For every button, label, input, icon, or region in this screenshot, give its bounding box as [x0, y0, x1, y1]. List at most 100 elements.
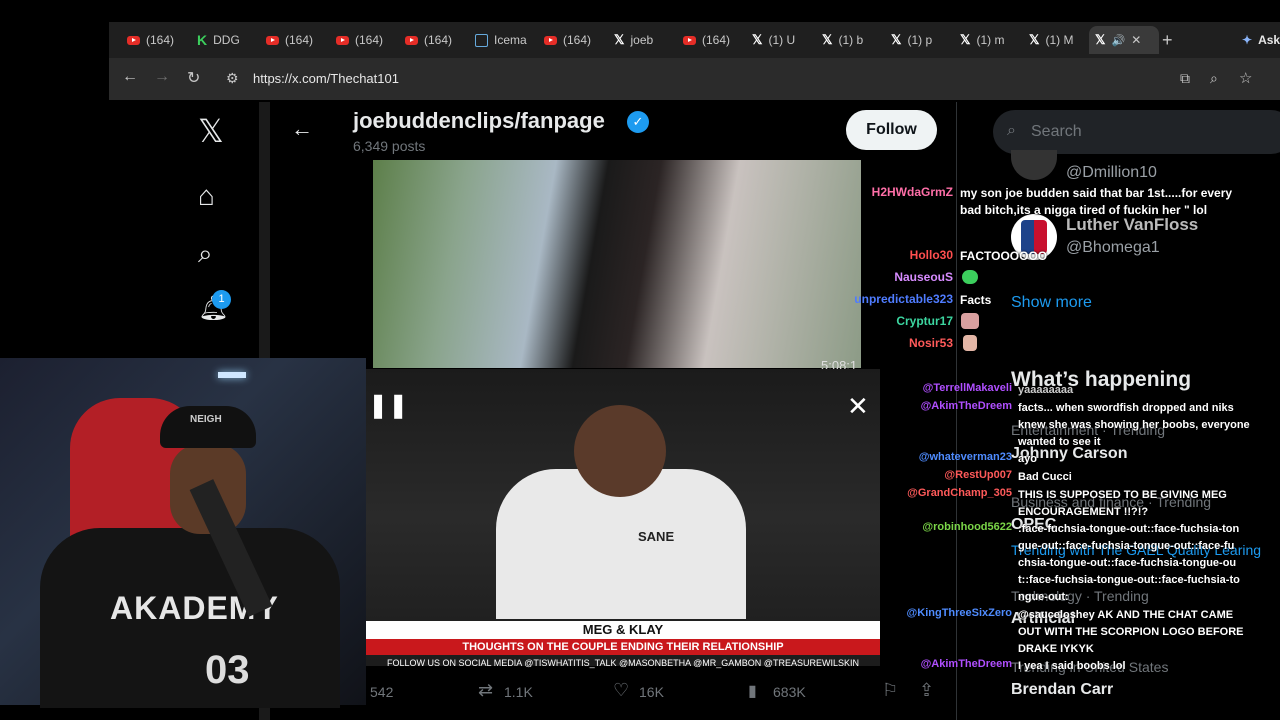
reload-icon[interactable]: ↻	[187, 68, 200, 88]
speaker-icon: 🔊	[1111, 34, 1126, 47]
like-icon[interactable]: ♡	[613, 680, 629, 701]
chat-message: I yea I said boobs lol	[1018, 660, 1126, 672]
search-icon: ⌕	[1007, 122, 1016, 139]
jersey-number: 03	[205, 648, 250, 692]
browser-tab[interactable]: 𝕏 (1) U	[752, 28, 802, 52]
chat-username: unpredictable323	[854, 292, 953, 306]
avatar[interactable]	[1011, 150, 1057, 180]
chat-username: @RestUp007	[944, 469, 1012, 481]
notification-badge: 1	[212, 290, 231, 309]
forward-arrow-icon[interactable]: →	[154, 68, 170, 86]
site-settings-icon[interactable]: ⚙	[226, 70, 239, 87]
zoom-icon[interactable]: ⌕	[1210, 70, 1218, 87]
new-tab-button[interactable]: +	[1162, 28, 1173, 52]
host-head	[574, 405, 666, 497]
chat-username: @TerrellMakaveli	[922, 382, 1012, 394]
chat-username: @whateverman23	[918, 451, 1012, 463]
browser-tab[interactable]: 𝕏 (1) p	[891, 28, 941, 52]
streamer-webcam: AKADEMY 03 NEIGH	[0, 358, 366, 708]
back-arrow-icon[interactable]: ←	[122, 68, 138, 86]
chat-message: Facts	[960, 293, 992, 307]
chat-username: Cryptur17	[896, 314, 953, 328]
chat-username: @GrandChamp_305	[907, 487, 1012, 499]
chat-message: :face-fuchsia-tongue-out::face-fuchsia-t…	[1018, 523, 1240, 603]
emote-icon	[962, 270, 978, 284]
x-logo-icon[interactable]: 𝕏	[198, 112, 224, 150]
iceman-icon	[475, 33, 488, 47]
trend-name[interactable]: Brendan Carr	[1011, 681, 1113, 699]
suggestion-handle: @Dmillion10	[1066, 164, 1157, 181]
lower-third-subtitle: THOUGHTS ON THE COUPLE ENDING THEIR RELA…	[366, 639, 880, 655]
chat-message: THIS IS SUPPOSED TO BE GIVING MEG ENCOUR…	[1018, 489, 1227, 518]
close-tab-icon[interactable]: ✕	[1131, 33, 1141, 47]
browser-tab-strip: (164) K DDG (164) (164) (164) Icema (164)…	[109, 22, 1280, 58]
browser-tab[interactable]: (164)	[336, 28, 398, 52]
bookmark-star-icon[interactable]: ☆	[1239, 69, 1252, 87]
browser-tab[interactable]: (164)	[683, 28, 745, 52]
lower-third-social: FOLLOW US ON SOCIAL MEDIA @TISWHATITIS_T…	[387, 658, 859, 668]
close-icon[interactable]: ✕	[847, 391, 869, 422]
chat-message: @sauceloshey AK AND THE CHAT CAME OUT WI…	[1018, 609, 1244, 655]
post-actions: 542 ⇄ 1.1K ♡ 16K ▮ 683K ⚐ ⇪	[270, 674, 956, 714]
chat-message: my son joe budden said that bar 1st.....…	[960, 186, 1233, 217]
chat-username: @AkimTheDreem	[920, 400, 1012, 412]
cat-emote-icon	[961, 313, 979, 329]
chat-username: @robinhood5622	[922, 521, 1012, 533]
youtube-icon	[405, 35, 418, 45]
view-count: 683K	[773, 684, 806, 700]
ddg-icon: K	[197, 32, 208, 48]
post-video[interactable]	[373, 160, 861, 368]
chat-username: Hollo30	[909, 248, 953, 262]
repost-icon[interactable]: ⇄	[478, 680, 493, 701]
browser-tab[interactable]: (164)	[544, 28, 606, 52]
browser-address-bar: ← → ↻ ⚙ https://x.com/Thechat101 ⧉ ⌕ ☆	[109, 58, 1280, 100]
pause-icon[interactable]: ❚❚	[368, 391, 408, 420]
like-count: 16K	[639, 684, 664, 700]
search-input[interactable]: Search	[1031, 123, 1082, 141]
back-arrow-icon[interactable]: ←	[291, 116, 313, 142]
chat-username: H2HWdaGrmZ	[871, 185, 953, 199]
post-count: 6,349 posts	[353, 138, 426, 154]
x-icon: 𝕏	[1029, 32, 1040, 47]
reply-count[interactable]: 542	[370, 684, 393, 700]
chat-message: FACTOOOOOO	[960, 249, 1048, 263]
bookmark-icon[interactable]: ⚐	[882, 680, 898, 701]
views-icon[interactable]: ▮	[748, 681, 757, 701]
x-icon: 𝕏	[614, 32, 625, 47]
verified-badge-icon: ✓	[627, 111, 649, 133]
overlay-video-player[interactable]: SANE ❚❚ ✕ MEG & KLAY THOUGHTS ON THE COU…	[366, 369, 880, 668]
share-icon[interactable]: ⇪	[919, 680, 934, 701]
url-field[interactable]: https://x.com/Thechat101	[253, 71, 399, 86]
youtube-icon	[544, 35, 557, 45]
chat-username: @AkimTheDreem	[920, 658, 1012, 670]
search-box[interactable]: ⌕ Search	[993, 110, 1280, 154]
browser-tab[interactable]: 𝕏 (1) M	[1029, 28, 1079, 52]
follow-button[interactable]: Follow	[846, 110, 937, 150]
install-icon[interactable]: ⧉	[1180, 70, 1190, 87]
x-icon: 𝕏	[822, 32, 833, 47]
browser-tab[interactable]: 𝕏 (1) b	[822, 28, 872, 52]
youtube-icon	[127, 35, 140, 45]
cap	[160, 406, 256, 448]
browser-tab[interactable]: 𝕏 (1) m	[960, 28, 1010, 52]
browser-tab[interactable]: (164)	[127, 28, 189, 52]
chat-message: Bad Cucci	[1018, 471, 1072, 483]
browser-tab[interactable]: (164)	[266, 28, 328, 52]
youtube-icon	[336, 35, 349, 45]
browser-tab[interactable]: K DDG	[197, 28, 257, 52]
youtube-icon	[683, 35, 696, 45]
youtube-icon	[266, 35, 279, 45]
chat-username: @KingThreeSixZero	[906, 607, 1012, 619]
browser-tab-active[interactable]: 𝕏 🔊 ✕	[1089, 26, 1159, 54]
lower-third-title: MEG & KLAY	[582, 622, 664, 637]
browser-tab[interactable]: Icema	[475, 28, 529, 52]
ask-button[interactable]: ✦ Ask	[1242, 28, 1280, 52]
sparkle-icon: ✦	[1242, 33, 1253, 47]
chat-message: facts... when swordfish dropped and niks…	[1018, 402, 1250, 448]
browser-tab[interactable]: (164)	[405, 28, 467, 52]
browser-tab[interactable]: 𝕏joeb	[614, 28, 664, 52]
search-icon[interactable]: ⌕	[198, 238, 213, 270]
shirt-text: SANE	[638, 529, 675, 544]
chat-message: yaaaaaaaa	[1018, 384, 1074, 396]
home-icon[interactable]: ⌂	[198, 180, 215, 212]
